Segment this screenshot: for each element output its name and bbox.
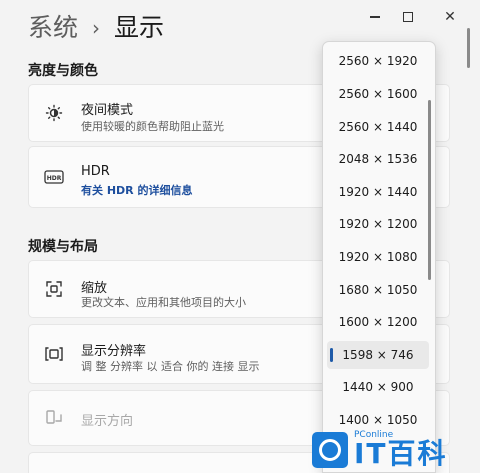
dropdown-scrollbar[interactable] [428, 100, 431, 280]
breadcrumb-parent[interactable]: 系统 [28, 8, 78, 48]
close-icon: ✕ [444, 9, 456, 25]
breadcrumb: 系统 › 显示 [28, 8, 164, 48]
resolution-option[interactable]: 1440 × 900 [327, 373, 429, 401]
resolution-option-selected[interactable]: 1598 × 746 [327, 341, 429, 369]
resolution-dropdown[interactable]: 2560 × 1920 2560 × 1600 2560 × 1440 2048… [322, 41, 436, 473]
resolution-option[interactable]: 2560 × 1440 [327, 113, 429, 141]
minimize-icon [370, 16, 380, 18]
resolution-option[interactable]: 2560 × 1920 [327, 47, 429, 75]
scale-subtitle: 更改文本、应用和其他项目的大小 [81, 296, 246, 309]
resolution-icon [43, 343, 65, 365]
resolution-option[interactable]: 2048 × 1536 [327, 145, 429, 173]
page-title: 显示 [114, 13, 165, 42]
resolution-option[interactable]: 1920 × 1440 [327, 178, 429, 206]
svg-text:HDR: HDR [47, 175, 62, 182]
resolution-option[interactable]: 2560 × 1600 [327, 80, 429, 108]
brightness-icon [43, 102, 65, 124]
page-scrollbar[interactable] [467, 28, 470, 68]
maximize-button[interactable] [398, 8, 418, 26]
breadcrumb-separator-icon: › [92, 16, 101, 40]
resolution-option[interactable]: 1680 × 1050 [327, 276, 429, 304]
close-button[interactable]: ✕ [440, 8, 460, 26]
orientation-icon [43, 407, 65, 429]
watermark-big: IT百科 [354, 437, 448, 470]
night-mode-subtitle: 使用较暖的颜色帮助阻止蓝光 [81, 120, 224, 133]
maximize-icon [403, 12, 413, 22]
orientation-title: 显示方向 [81, 414, 134, 429]
scale-icon [43, 278, 65, 300]
minimize-button[interactable] [365, 8, 385, 26]
resolution-option[interactable]: 1600 × 1200 [327, 308, 429, 336]
night-mode-title: 夜间模式 [81, 103, 134, 118]
window-controls: ✕ [330, 8, 480, 26]
hdr-icon: HDR [43, 166, 65, 188]
resolution-option[interactable]: 1920 × 1080 [327, 243, 429, 271]
resolution-subtitle: 调 整 分辨率 以 适合 你的 连接 显示 [81, 360, 260, 373]
watermark-logo: PConline IT百科 [312, 428, 467, 471]
hdr-title: HDR [81, 164, 110, 179]
resolution-option[interactable]: 1920 × 1200 [327, 210, 429, 238]
hdr-details-link[interactable]: 有关 HDR 的详细信息 [81, 182, 192, 198]
pconline-logo-icon [312, 431, 348, 468]
section-title-layout: 规模与布局 [28, 239, 98, 255]
section-title-brightness: 亮度与颜色 [28, 63, 98, 79]
resolution-title: 显示分辨率 [81, 344, 147, 359]
